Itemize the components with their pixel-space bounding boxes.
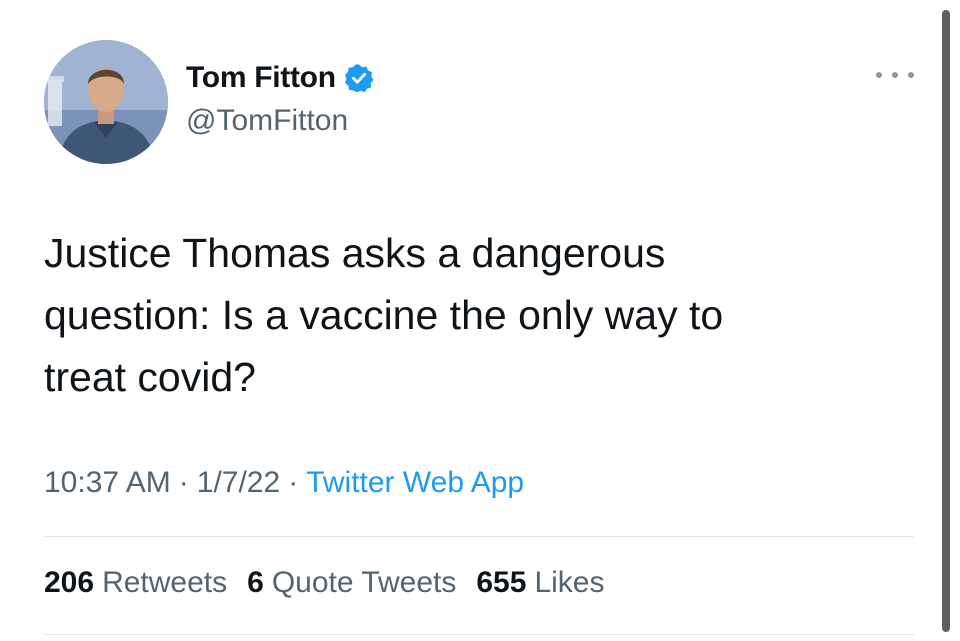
retweets-stat[interactable]: 206 Retweets xyxy=(44,566,227,600)
author-handle[interactable]: @TomFitton xyxy=(186,104,348,138)
tweet-text: Justice Thomas asks a dangerous question… xyxy=(44,230,724,400)
divider xyxy=(44,536,914,537)
more-dot xyxy=(892,72,898,78)
scrollbar[interactable] xyxy=(942,10,950,632)
quote-tweets-count: 6 xyxy=(247,566,264,599)
meta-separator: · xyxy=(178,466,189,499)
avatar[interactable] xyxy=(44,40,168,164)
author-display-name[interactable]: Tom Fitton xyxy=(186,61,336,95)
more-horizontal-icon[interactable] xyxy=(876,62,914,88)
author-name-row: Tom Fitton xyxy=(186,58,374,98)
quote-tweets-label: Quote Tweets xyxy=(271,566,457,599)
tweet-source-link[interactable]: Twitter Web App xyxy=(306,466,524,499)
more-dot xyxy=(876,72,882,78)
tweet-time[interactable]: 10:37 AM xyxy=(44,466,171,499)
profile-photo-icon xyxy=(44,40,168,164)
more-dot xyxy=(908,72,914,78)
quote-tweets-stat[interactable]: 6 Quote Tweets xyxy=(247,566,456,600)
likes-count: 655 xyxy=(476,566,527,599)
likes-label: Likes xyxy=(534,566,605,599)
likes-stat[interactable]: 655 Likes xyxy=(476,566,604,600)
retweets-label: Retweets xyxy=(102,566,228,599)
tweet-meta: 10:37 AM · 1/7/22 · Twitter Web App xyxy=(44,466,524,500)
verified-badge-icon xyxy=(344,63,374,93)
divider xyxy=(44,634,914,635)
retweets-count: 206 xyxy=(44,566,95,599)
meta-separator: · xyxy=(288,466,299,499)
tweet-date[interactable]: 1/7/22 xyxy=(197,466,280,499)
tweet-stats: 206 Retweets 6 Quote Tweets 655 Likes xyxy=(44,566,604,600)
tweet-card: Tom Fitton @TomFitton Justice Thomas ask… xyxy=(0,0,960,641)
